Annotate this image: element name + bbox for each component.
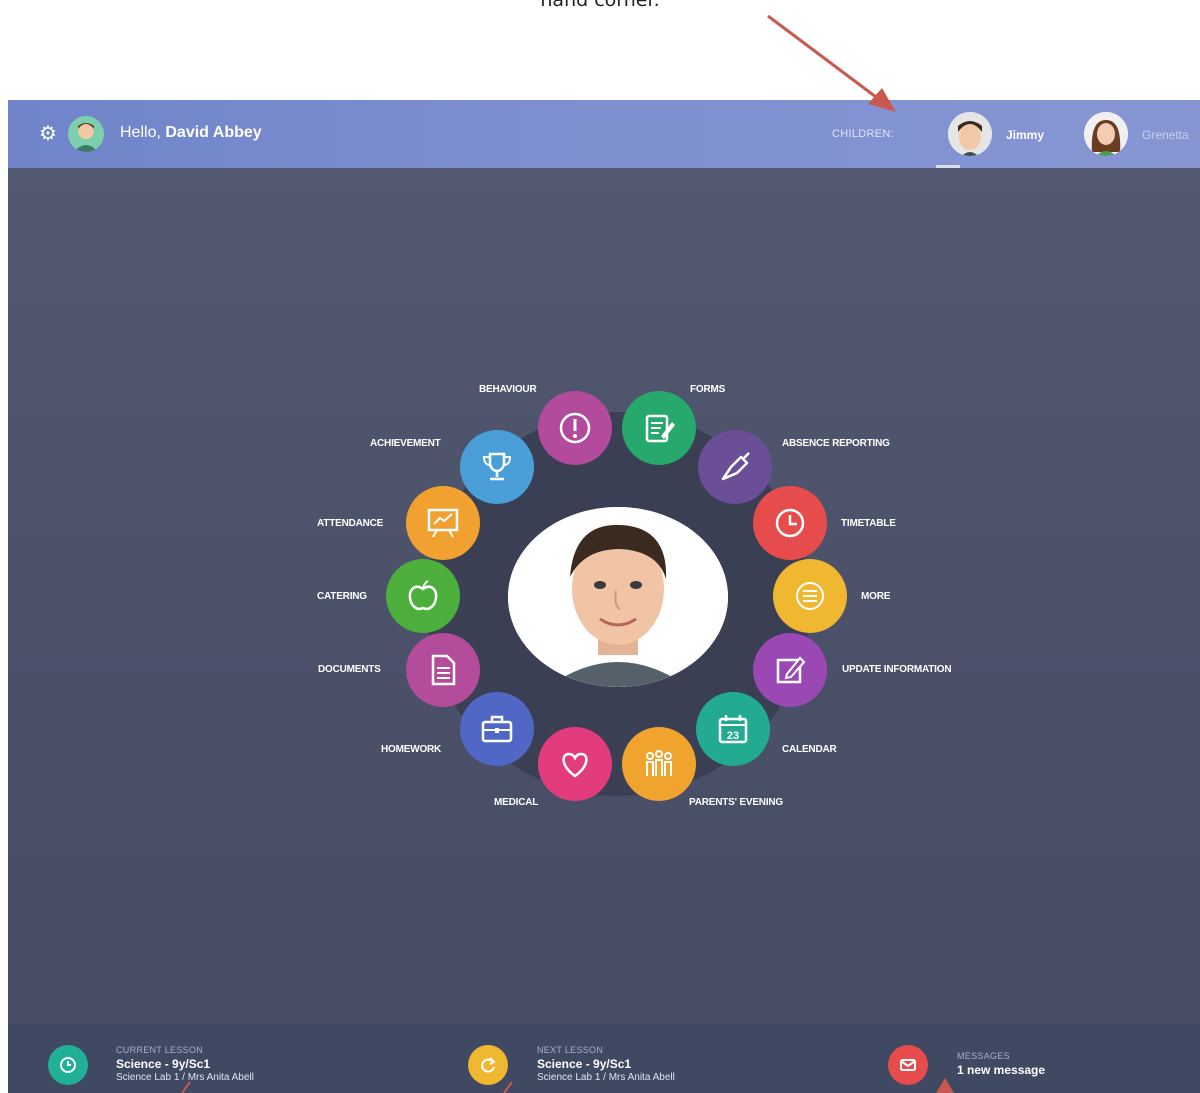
messages-icon-button[interactable] [888,1045,928,1085]
greeting-text: Hello, [120,124,161,141]
forms-button[interactable] [622,391,696,465]
attendance-label: ATTENDANCE [317,518,384,529]
current-lesson-title: Science - 9y/Sc1 [116,1057,211,1071]
child-profile-photo [508,507,728,687]
medical-label: MEDICAL [494,797,539,808]
children-label: CHILDREN: [832,128,894,140]
status-bar: CURRENT LESSON Science - 9y/Sc1 Science … [8,1023,1200,1093]
messages-label: MESSAGES [957,1051,1010,1061]
edit-icon [776,656,806,684]
messages-info[interactable]: MESSAGES 1 new message [957,1051,1045,1077]
presentation-icon [427,508,459,538]
behaviour-button[interactable] [538,391,612,465]
app-window: ⚙ Hello, David Abbey CHILDREN: Jimmy Gre… [8,100,1200,1093]
more-button[interactable] [773,559,847,633]
apple-icon [408,580,438,611]
caption-text: hand corner. [540,0,660,11]
current-lesson-icon-button[interactable] [48,1045,88,1085]
messages-count: 1 new message [957,1063,1046,1077]
next-lesson-title: Science - 9y/Sc1 [537,1057,632,1071]
child-avatar-grenetta [1084,112,1128,156]
documents-label: DOCUMENTS [318,664,381,675]
catering-button[interactable] [386,559,460,633]
document-icon [431,654,456,686]
next-lesson-detail: Science Lab 1 / Mrs Anita Abell [537,1072,675,1083]
attendance-button[interactable] [406,486,480,560]
settings-gear-icon[interactable]: ⚙ [36,122,60,146]
calendar-button[interactable]: 23 [696,692,770,766]
calendar-icon: 23 [718,715,748,744]
user-name: David Abbey [165,124,262,141]
greeting: Hello, David Abbey [120,124,262,142]
heart-icon [562,752,588,778]
update-information-label: UPDATE INFORMATION [842,664,952,675]
alert-icon [559,412,591,444]
parents-evening-label: PARENTS' EVENING [689,797,784,808]
bell-icon [721,452,750,481]
behaviour-label: BEHAVIOUR [479,384,537,395]
homework-label: HOMEWORK [381,744,442,755]
clock-icon [775,508,805,538]
update-information-button[interactable] [753,633,827,707]
refresh-icon [481,1057,496,1073]
next-lesson-label: NEXT LESSON [537,1045,604,1055]
clock-icon [60,1057,76,1073]
parents-evening-button[interactable] [622,727,696,801]
calendar-day: 23 [727,730,739,742]
user-avatar[interactable] [68,116,104,152]
achievement-button[interactable] [460,430,534,504]
documents-button[interactable] [406,633,480,707]
child-name-jimmy: Jimmy [1006,128,1045,142]
trophy-icon [482,452,512,481]
people-icon [646,750,672,776]
medical-button[interactable] [538,727,612,801]
more-label: MORE [861,591,891,602]
catering-label: CATERING [317,591,367,602]
envelope-icon [900,1059,916,1071]
calendar-label: CALENDAR [782,744,837,755]
absence-reporting-button[interactable] [698,430,772,504]
current-lesson-info[interactable]: CURRENT LESSON Science - 9y/Sc1 Science … [116,1045,254,1083]
current-lesson-detail: Science Lab 1 / Mrs Anita Abell [116,1072,254,1083]
achievement-label: ACHIEVEMENT [370,438,441,449]
top-bar: ⚙ Hello, David Abbey CHILDREN: Jimmy Gre… [8,100,1200,168]
next-lesson-info[interactable]: NEXT LESSON Science - 9y/Sc1 Science Lab… [537,1045,675,1083]
user-avatar-icon [68,116,104,152]
child-portrait-image [508,507,728,687]
timetable-label: TIMETABLE [841,518,896,529]
briefcase-icon [481,715,513,743]
more-icon [796,582,824,610]
current-lesson-label: CURRENT LESSON [116,1045,204,1055]
child-name-grenetta: Grenetta [1142,128,1189,142]
absence-reporting-label: ABSENCE REPORTING [782,438,890,449]
next-lesson-icon-button[interactable] [468,1045,508,1085]
form-icon [645,414,675,443]
timetable-button[interactable] [753,486,827,560]
homework-button[interactable] [460,692,534,766]
forms-label: FORMS [690,384,726,395]
child-avatar-jimmy [948,112,992,156]
